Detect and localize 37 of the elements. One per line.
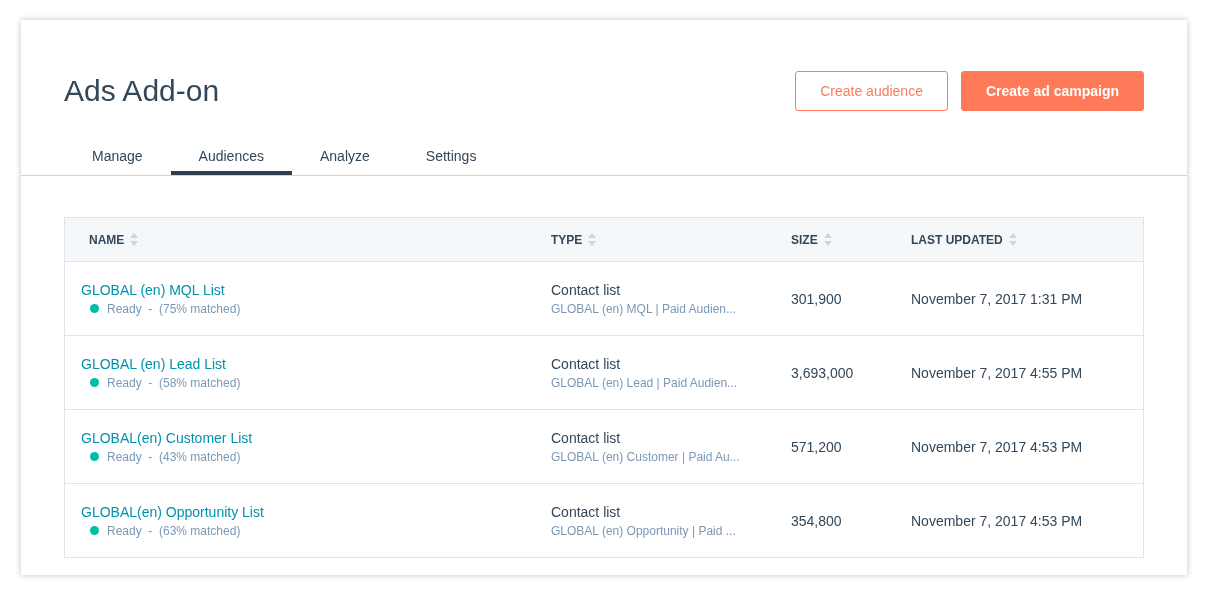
size-text: 571,200	[791, 438, 842, 455]
audience-name-link[interactable]: GLOBAL (en) Lead List	[81, 355, 551, 372]
status-text: Ready - (43% matched)	[107, 449, 241, 464]
type-text: Contact list	[551, 430, 621, 446]
updated-text: November 7, 2017 4:55 PM	[911, 364, 1083, 381]
sort-icon[interactable]	[823, 233, 832, 246]
audience-name-link[interactable]: GLOBAL (en) MQL List	[81, 281, 551, 298]
updated-text: November 7, 2017 4:53 PM	[911, 438, 1083, 455]
type-text: Contact list	[551, 504, 621, 520]
updated-text: November 7, 2017 4:53 PM	[911, 512, 1083, 529]
source-text: GLOBAL (en) MQL | Paid Audien...	[551, 302, 737, 316]
column-header[interactable]: LAST UPDATED	[911, 232, 1003, 247]
size-text: 354,800	[791, 512, 842, 529]
column-header[interactable]: NAME	[89, 232, 125, 247]
page-title: Ads Add-on	[64, 74, 220, 108]
tab[interactable]: Manage	[72, 140, 171, 175]
audience-name-link[interactable]: GLOBAL(en) Customer List	[81, 429, 551, 446]
status-text: Ready - (58% matched)	[107, 375, 241, 390]
sort-icon[interactable]	[588, 233, 597, 246]
audience-name-link[interactable]: GLOBAL(en) Opportunity List	[81, 503, 551, 520]
type-text: Contact list	[551, 282, 621, 298]
column-header[interactable]: TYPE	[551, 232, 583, 247]
source-text: GLOBAL (en) Lead | Paid Audien...	[551, 376, 739, 390]
source-text: GLOBAL (en) Customer | Paid Au...	[551, 450, 741, 464]
column-header[interactable]: SIZE	[791, 232, 818, 247]
updated-text: November 7, 2017 1:31 PM	[911, 290, 1083, 307]
tab[interactable]: Audiences	[170, 140, 292, 175]
tab[interactable]: Settings	[397, 140, 505, 175]
tab[interactable]: Analyze	[292, 140, 398, 175]
size-text: 301,900	[791, 290, 842, 307]
status-text: Ready - (63% matched)	[107, 523, 241, 538]
status-text: Ready - (75% matched)	[107, 301, 241, 316]
source-text: GLOBAL (en) Opportunity | Paid ...	[551, 524, 737, 538]
sort-icon[interactable]	[130, 233, 139, 246]
sort-icon[interactable]	[1008, 233, 1017, 246]
size-text: 3,693,000	[791, 364, 854, 381]
type-text: Contact list	[551, 356, 621, 372]
